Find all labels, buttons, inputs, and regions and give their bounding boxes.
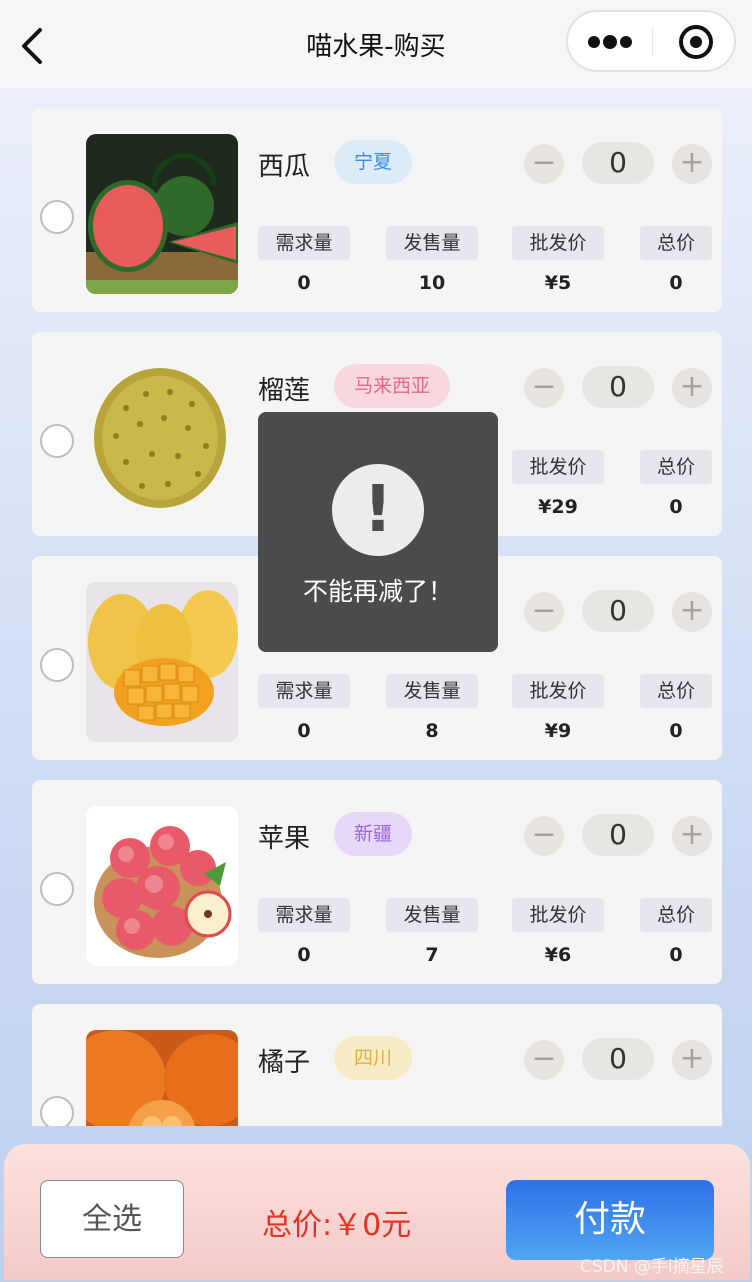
sales-label: 发售量 [386,898,478,932]
price-value: ¥29 [538,496,578,518]
total-label: 总价 [640,226,712,260]
total-value: 0 [669,496,683,518]
product-card-orange: 橘子 四川 − 0 + [32,1004,722,1126]
price-value: ¥9 [544,720,572,742]
price-label: 批发价 [512,226,604,260]
increase-button[interactable]: + [672,592,712,632]
price-value: ¥6 [544,944,572,966]
demand-value: 0 [297,272,311,294]
demand-value: 0 [297,944,311,966]
sales-value: 8 [425,720,439,742]
select-all-button[interactable]: 全选 [40,1180,184,1258]
quantity-display: 0 [582,366,654,408]
quantity-display: 0 [582,1038,654,1080]
product-card-apple: 苹果 新疆 − 0 + 需求量 发售量 批发价 总价 0 7 ¥6 0 [32,780,722,984]
decrease-button[interactable]: − [524,368,564,408]
sales-label: 发售量 [386,674,478,708]
pay-button[interactable]: 付款 [506,1180,714,1260]
demand-value: 0 [297,720,311,742]
decrease-button[interactable]: − [524,592,564,632]
sales-value: 10 [418,272,446,294]
increase-button[interactable]: + [672,816,712,856]
select-radio[interactable] [40,200,74,234]
total-value: 0 [669,272,683,294]
demand-label: 需求量 [258,226,350,260]
increase-button[interactable]: + [672,368,712,408]
select-radio[interactable] [40,872,74,906]
fruit-name: 苹果 [258,824,311,854]
demand-label: 需求量 [258,898,350,932]
apple-image [86,806,238,966]
fruit-name: 西瓜 [258,152,311,182]
price-label: 批发价 [512,450,604,484]
toast-text: 不能再减了！ [302,577,453,606]
quantity-display: 0 [582,142,654,184]
exclamation-icon: ! [332,464,424,556]
quantity-display: 0 [582,590,654,632]
toast-message: ! 不能再减了！ [258,412,498,652]
close-miniprogram-icon[interactable] [678,24,714,60]
total-value: 0 [669,944,683,966]
total-value: 0 [669,720,683,742]
watermark: CSDN @手i摘星辰 [580,1257,724,1277]
increase-button[interactable]: + [672,144,712,184]
fruit-name: 橘子 [258,1048,311,1078]
origin-tag: 新疆 [334,812,413,856]
decrease-button[interactable]: − [524,144,564,184]
decrease-button[interactable]: − [524,816,564,856]
orange-image [86,1030,238,1126]
sales-value: 7 [425,944,439,966]
more-options-icon[interactable] [586,30,634,54]
watermelon-image [86,134,238,294]
origin-tag: 马来西亚 [334,364,451,408]
quantity-display: 0 [582,814,654,856]
price-value: ¥5 [544,272,572,294]
decrease-button[interactable]: − [524,1040,564,1080]
price-label: 批发价 [512,898,604,932]
total-label: 总价 [640,674,712,708]
origin-tag: 四川 [334,1036,413,1080]
sales-label: 发售量 [386,226,478,260]
product-card-watermelon: 西瓜 宁夏 − 0 + 需求量 发售量 批发价 总价 0 10 ¥5 0 [32,108,722,312]
select-radio[interactable] [40,1096,74,1126]
capsule-divider [652,28,653,56]
select-radio[interactable] [40,648,74,682]
fruit-name: 榴莲 [258,376,311,406]
total-label: 总价 [640,898,712,932]
demand-label: 需求量 [258,674,350,708]
select-radio[interactable] [40,424,74,458]
total-price: 总价:￥0元 [262,1208,412,1243]
mango-image [86,582,238,742]
origin-tag: 宁夏 [334,140,413,184]
menu-capsule [566,10,736,72]
price-label: 批发价 [512,674,604,708]
increase-button[interactable]: + [672,1040,712,1080]
navigation-bar: 喵水果-购买 [0,0,752,88]
total-label: 总价 [640,450,712,484]
durian-image [86,358,238,518]
